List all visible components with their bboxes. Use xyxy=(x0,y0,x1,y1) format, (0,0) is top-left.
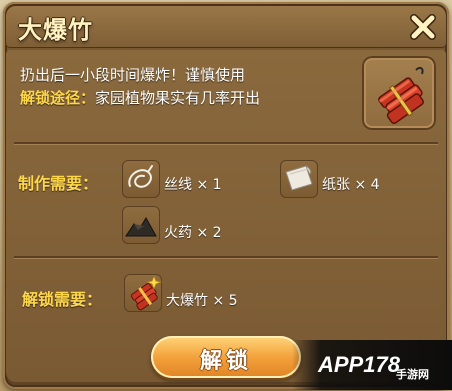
material-slot-gunpowder[interactable] xyxy=(122,206,160,244)
close-button[interactable] xyxy=(408,12,438,42)
paper-icon xyxy=(285,165,313,191)
unlock-item-slot[interactable] xyxy=(124,274,163,312)
unlock-path: 解锁途径：家园植物果实有几率开出 xyxy=(20,87,260,108)
divider-bottom xyxy=(14,256,438,258)
material-paper: 纸张 × 4 xyxy=(322,174,380,194)
crafting-label: 制作需要： xyxy=(18,174,99,193)
material-paper-qty: × 4 xyxy=(354,177,380,193)
watermark-subtext: 手游网 xyxy=(396,368,429,381)
item-preview-frame xyxy=(362,56,436,130)
unlock-path-label: 解锁途径： xyxy=(20,89,96,107)
item-description: 扔出后一小段时间爆炸！谨慎使用 xyxy=(20,66,246,84)
material-thread: 丝线 × 1 xyxy=(164,174,222,194)
firecracker-icon xyxy=(378,66,424,124)
unlock-path-value: 家园植物果实有几率开出 xyxy=(95,89,261,107)
unlock-item-qty: × 5 xyxy=(212,293,238,309)
thread-icon xyxy=(128,165,153,188)
material-slot-thread[interactable] xyxy=(122,160,160,198)
material-gunpowder: 火药 × 2 xyxy=(164,222,222,242)
divider-top xyxy=(14,142,438,144)
unlock-item-name: 大爆竹 xyxy=(166,293,208,309)
material-gunpowder-qty: × 2 xyxy=(196,225,222,241)
unlock-item: 大爆竹 × 5 xyxy=(166,290,238,310)
unlock-button-label: 解锁 xyxy=(199,349,252,374)
unlock-button[interactable]: 解锁 xyxy=(151,336,301,378)
material-gunpowder-name: 火药 xyxy=(164,225,192,241)
material-thread-qty: × 1 xyxy=(196,177,222,193)
material-thread-name: 丝线 xyxy=(164,177,192,193)
unlock-label: 解锁需要： xyxy=(22,290,103,309)
close-icon xyxy=(410,14,436,40)
gunpowder-icon xyxy=(125,217,157,237)
watermark-text: APP178 xyxy=(318,352,400,377)
material-slot-paper[interactable] xyxy=(280,160,318,198)
dialog-title: 大爆竹 xyxy=(18,16,93,44)
material-paper-name: 纸张 xyxy=(322,177,350,193)
firecracker-small-icon xyxy=(130,274,163,311)
